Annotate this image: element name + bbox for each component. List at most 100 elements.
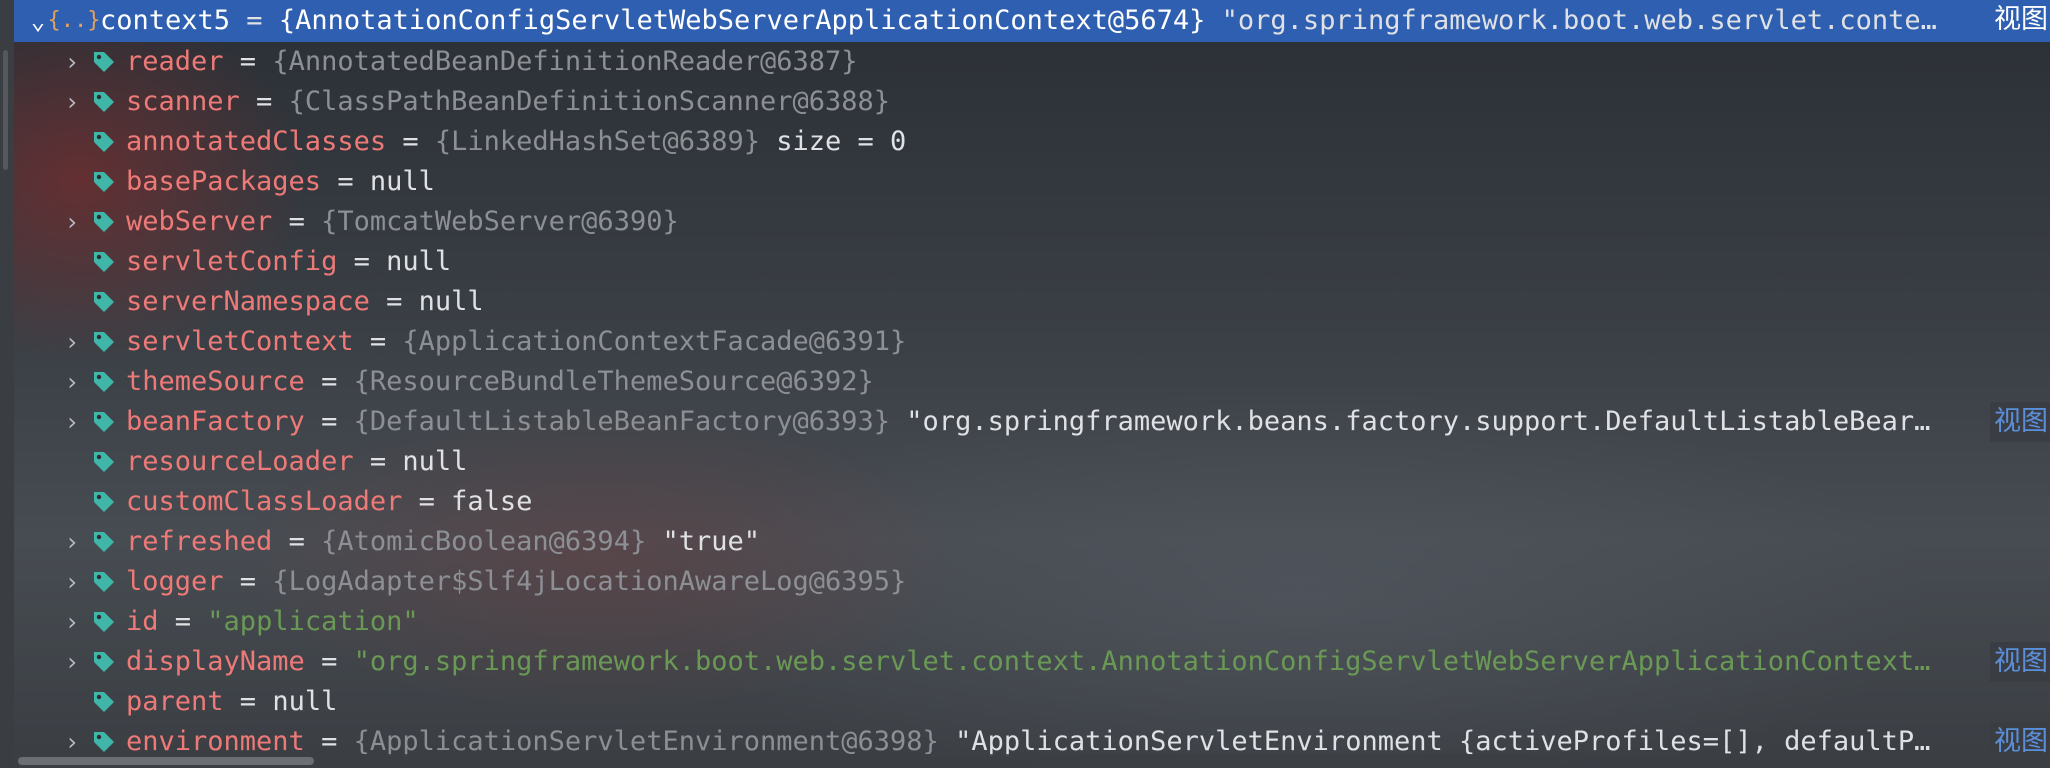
chevron-right-icon[interactable]: › bbox=[54, 602, 90, 642]
chevron-right-icon[interactable]: › bbox=[54, 322, 90, 362]
chevron-right-icon[interactable]: › bbox=[54, 202, 90, 242]
equals-sign: = bbox=[353, 446, 403, 477]
tree-row[interactable]: › logger = {LogAdapter$Slf4jLocationAware… bbox=[14, 562, 2050, 602]
variable-name: context5 bbox=[100, 5, 231, 36]
field-type: {ClassPathBeanDefinitionScanner@6388} bbox=[288, 86, 891, 117]
tag-icon bbox=[90, 528, 118, 556]
view-link[interactable]: 视图 bbox=[1990, 0, 2050, 40]
equals-sign: = bbox=[158, 606, 208, 637]
tree-row[interactable]: ›annotatedClasses = {LinkedHashSet@6389}… bbox=[14, 122, 2050, 162]
tag-icon bbox=[90, 488, 118, 516]
field-name: customClassLoader bbox=[126, 486, 403, 517]
field-name: scanner bbox=[126, 86, 240, 117]
equals-sign: = bbox=[223, 686, 273, 717]
tree-row[interactable]: › id = "application" bbox=[14, 602, 2050, 642]
field-extra: "true" bbox=[662, 526, 761, 557]
tag-icon bbox=[90, 328, 118, 356]
tree-row[interactable]: › scanner = {ClassPathBeanDefinitionScann… bbox=[14, 82, 2050, 122]
equals-sign: = bbox=[223, 566, 273, 597]
tag-icon bbox=[90, 368, 118, 396]
field-type: {LinkedHashSet@6389} bbox=[434, 126, 760, 157]
equals-sign: = bbox=[223, 46, 273, 77]
view-link[interactable]: 视图 bbox=[1990, 402, 2050, 442]
view-link[interactable]: 视图 bbox=[1990, 642, 2050, 682]
field-value: false bbox=[451, 486, 533, 517]
field-type: {AtomicBoolean@6394} bbox=[321, 526, 647, 557]
chevron-right-icon[interactable]: › bbox=[54, 362, 90, 402]
equals-sign: = bbox=[230, 5, 279, 36]
field-type: {AnnotatedBeanDefinitionReader@6387} bbox=[272, 46, 858, 77]
tag-icon bbox=[90, 568, 118, 596]
field-extra: size = 0 bbox=[776, 126, 907, 157]
tree-row[interactable]: › beanFactory = {DefaultListableBeanFacto… bbox=[14, 402, 2050, 442]
object-braces-icon: {..} bbox=[47, 8, 101, 33]
field-name: parent bbox=[126, 686, 224, 717]
field-name: logger bbox=[126, 566, 224, 597]
equals-sign: = bbox=[402, 486, 452, 517]
chevron-right-icon[interactable]: › bbox=[54, 562, 90, 602]
field-name: themeSource bbox=[126, 366, 305, 397]
tree-row[interactable]: ›basePackages = null bbox=[14, 162, 2050, 202]
chevron-right-icon[interactable]: › bbox=[54, 82, 90, 122]
field-name: displayName bbox=[126, 646, 305, 677]
equals-sign: = bbox=[386, 126, 435, 157]
field-name: serverNamespace bbox=[126, 286, 370, 317]
tree-row[interactable]: › reader = {AnnotatedBeanDefinitionReader… bbox=[14, 42, 2050, 82]
field-type: {ApplicationContextFacade@6391} bbox=[402, 326, 907, 357]
equals-sign: = bbox=[239, 86, 289, 117]
field-value: null bbox=[272, 686, 338, 717]
field-value: null bbox=[418, 286, 484, 317]
horizontal-scrollbar-thumb[interactable] bbox=[18, 757, 314, 765]
chevron-right-icon[interactable]: › bbox=[54, 642, 90, 682]
tag-icon bbox=[90, 248, 118, 276]
equals-sign: = bbox=[304, 406, 354, 437]
tree-row[interactable]: › refreshed = {AtomicBoolean@6394} "true" bbox=[14, 522, 2050, 562]
tag-icon bbox=[90, 128, 118, 156]
chevron-right-icon[interactable]: › bbox=[54, 402, 90, 442]
tag-icon bbox=[90, 168, 118, 196]
tag-icon bbox=[90, 648, 118, 676]
tag-icon bbox=[90, 728, 118, 756]
field-name: resourceLoader bbox=[126, 446, 354, 477]
chevron-right-icon[interactable]: › bbox=[54, 42, 90, 82]
field-type: {DefaultListableBeanFactory@6393} bbox=[353, 406, 891, 437]
tree-row[interactable]: › servletContext = {ApplicationContextFac… bbox=[14, 322, 2050, 362]
field-name: refreshed bbox=[126, 526, 273, 557]
tag-icon bbox=[90, 208, 118, 236]
field-name: servletConfig bbox=[126, 246, 338, 277]
variable-value bbox=[1205, 1, 1221, 41]
variables-tree: ⌄ {..} context5 = {AnnotationConfigServl… bbox=[14, 0, 2050, 762]
tree-row[interactable]: › themeSource = {ResourceBundleThemeSourc… bbox=[14, 362, 2050, 402]
field-value: null bbox=[402, 446, 468, 477]
tree-row[interactable]: ›customClassLoader = false bbox=[14, 482, 2050, 522]
field-string-value: "org.springframework.boot.web.servlet.co… bbox=[353, 646, 1931, 677]
equals-sign: = bbox=[304, 646, 354, 677]
field-name: basePackages bbox=[126, 166, 322, 197]
field-name: annotatedClasses bbox=[126, 126, 387, 157]
vertical-scrollbar-thumb[interactable] bbox=[3, 50, 8, 170]
field-type: {ResourceBundleThemeSource@6392} bbox=[353, 366, 874, 397]
field-type: {TomcatWebServer@6390} bbox=[321, 206, 679, 237]
tree-row[interactable]: ›resourceLoader = null bbox=[14, 442, 2050, 482]
variable-type: {AnnotationConfigServletWebServerApplica… bbox=[278, 5, 1206, 36]
horizontal-scrollbar[interactable] bbox=[14, 754, 2050, 768]
field-type: {LogAdapter$Slf4jLocationAwareLog@6395} bbox=[272, 566, 907, 597]
tree-row[interactable]: › displayName = "org.springframework.boot… bbox=[14, 642, 2050, 682]
tag-icon bbox=[90, 688, 118, 716]
equals-sign: = bbox=[272, 526, 322, 557]
tree-row-root[interactable]: ⌄ {..} context5 = {AnnotationConfigServl… bbox=[14, 0, 2050, 42]
field-name: id bbox=[126, 606, 159, 637]
tag-icon bbox=[90, 608, 118, 636]
tree-row[interactable]: ›parent = null bbox=[14, 682, 2050, 722]
field-string-value: "application" bbox=[207, 606, 419, 637]
field-name: beanFactory bbox=[126, 406, 305, 437]
field-value: null bbox=[386, 246, 452, 277]
tree-row[interactable]: ›serverNamespace = null bbox=[14, 282, 2050, 322]
tree-row[interactable]: ›servletConfig = null bbox=[14, 242, 2050, 282]
tree-row[interactable]: › webServer = {TomcatWebServer@6390} bbox=[14, 202, 2050, 242]
tag-icon bbox=[90, 48, 118, 76]
field-name: reader bbox=[126, 46, 224, 77]
chevron-right-icon[interactable]: › bbox=[54, 522, 90, 562]
